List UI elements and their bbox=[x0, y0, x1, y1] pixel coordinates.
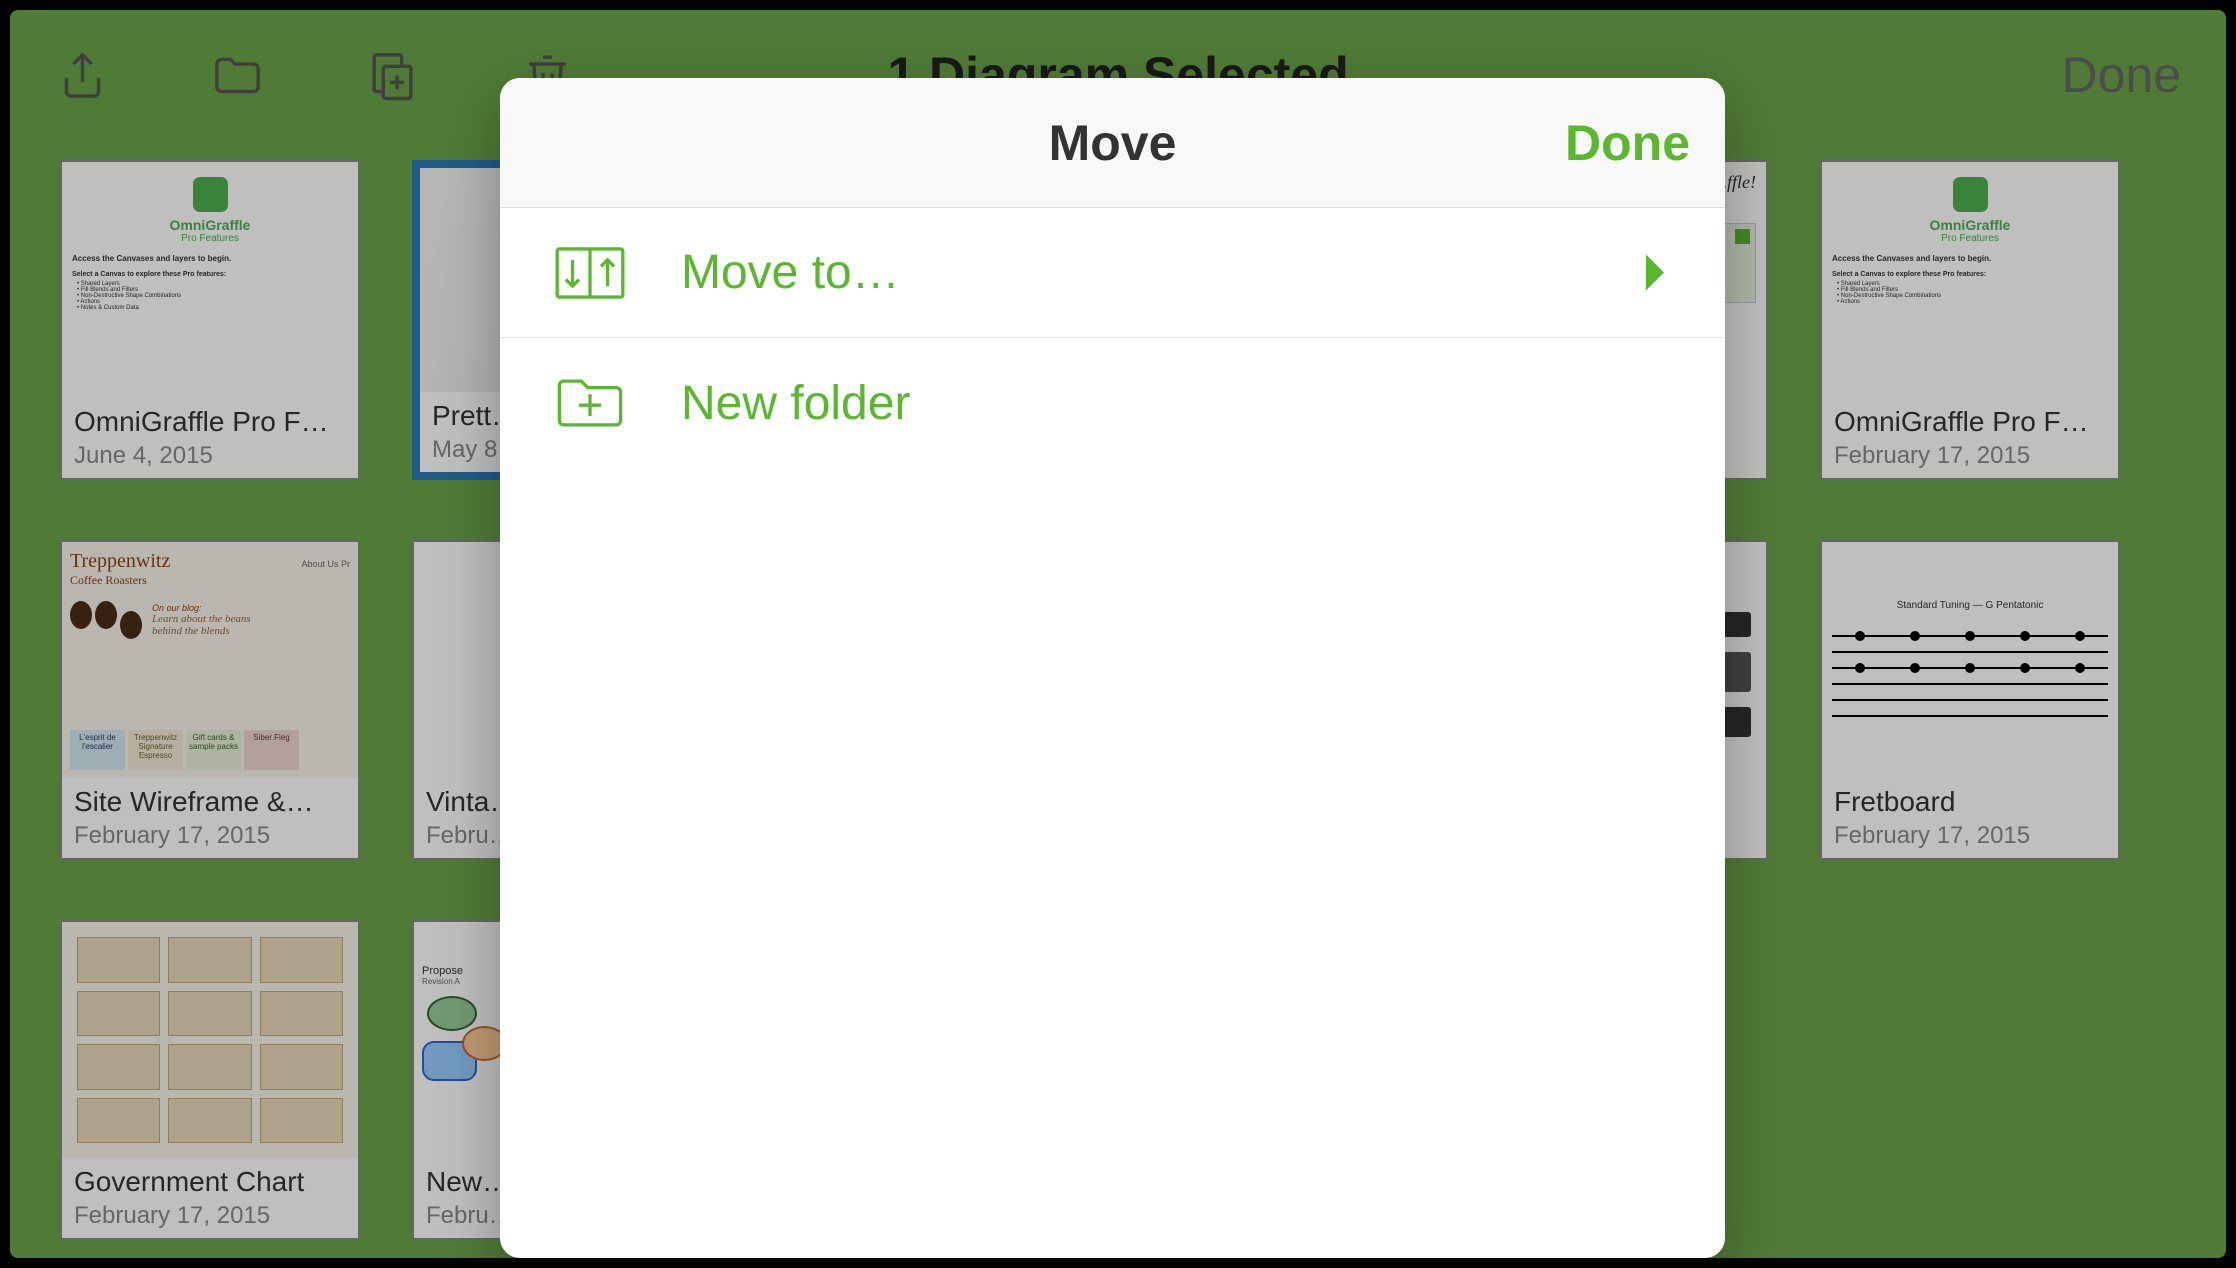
modal-list: Move to… New folder bbox=[500, 208, 1725, 468]
modal-done-button[interactable]: Done bbox=[1565, 114, 1690, 172]
new-folder-icon bbox=[555, 373, 625, 433]
move-to-label: Move to… bbox=[681, 245, 1640, 300]
chevron-right-icon bbox=[1640, 250, 1670, 295]
modal-title: Move bbox=[1049, 114, 1177, 172]
modal-header: Move Done bbox=[500, 78, 1725, 208]
move-modal: Move Done Move to… bbox=[500, 78, 1725, 1258]
new-folder-item[interactable]: New folder bbox=[500, 338, 1725, 468]
move-to-icon bbox=[555, 243, 625, 303]
new-folder-label: New folder bbox=[681, 376, 1670, 431]
move-to-item[interactable]: Move to… bbox=[500, 208, 1725, 338]
